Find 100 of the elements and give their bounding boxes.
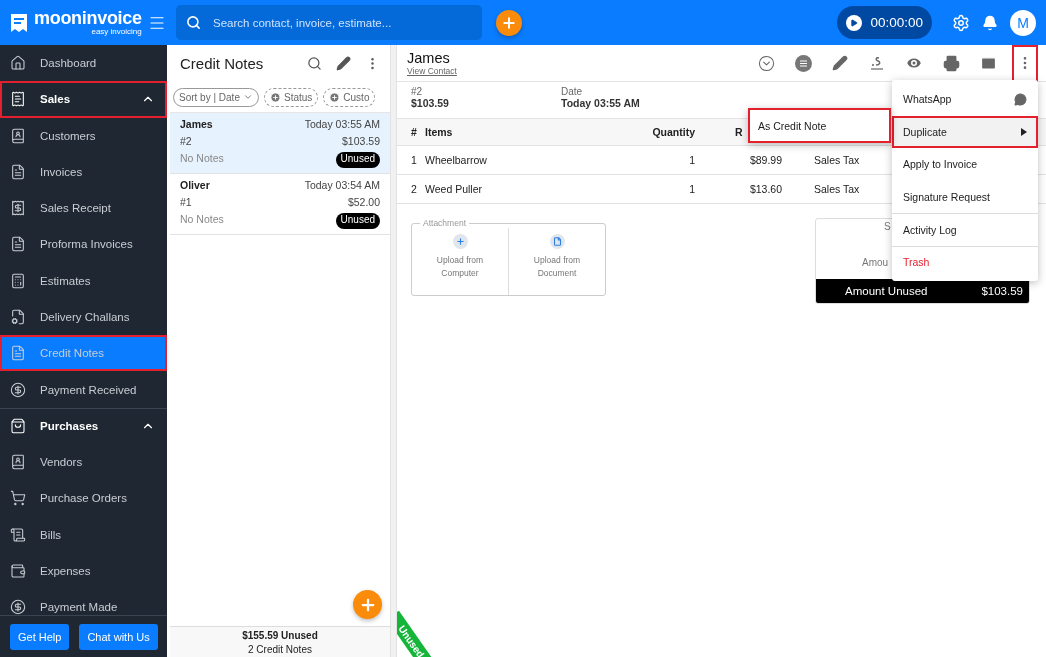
search-field[interactable]: Search contact, invoice, estimate... bbox=[176, 5, 482, 40]
nav-item[interactable]: Proforma Invoices bbox=[0, 226, 167, 263]
menu-item[interactable]: Activity Log bbox=[892, 213, 1038, 246]
attachment-legend: Attachment bbox=[420, 218, 469, 228]
logo-text: mooninvoice bbox=[34, 9, 142, 27]
document-gear-icon bbox=[10, 309, 26, 325]
add-button[interactable] bbox=[496, 9, 522, 36]
status-badge: Unused bbox=[335, 152, 380, 168]
play-icon bbox=[850, 18, 859, 27]
help-button[interactable]: Get Help bbox=[10, 623, 70, 650]
document-icon bbox=[10, 345, 26, 362]
date-value: Today 03:55 AM bbox=[561, 97, 640, 109]
note-amount: $52.00 bbox=[347, 196, 380, 210]
document-icon bbox=[10, 236, 26, 253]
note-amount: $103.59 bbox=[411, 97, 449, 109]
table-cell: Weed Puller bbox=[425, 183, 482, 195]
nav-item[interactable]: Delivery Challans bbox=[0, 298, 167, 336]
more-icon[interactable] bbox=[1014, 46, 1036, 80]
column-header: # bbox=[411, 126, 417, 138]
column-header: Items bbox=[425, 126, 453, 138]
timer-button[interactable]: 00:00:00 bbox=[837, 6, 932, 39]
nav-item[interactable]: Sales Receipt bbox=[0, 190, 167, 227]
search-input[interactable]: Search contact, invoice, estimate... bbox=[211, 15, 472, 30]
total-unused: $155.59 Unused bbox=[242, 629, 318, 641]
search-icon bbox=[186, 15, 201, 30]
note-notes: No Notes bbox=[180, 213, 225, 227]
table-cell: 2 bbox=[411, 183, 417, 195]
nav-group-header[interactable]: Sales bbox=[0, 81, 167, 118]
avatar[interactable]: M bbox=[1010, 9, 1036, 36]
menu-item[interactable]: Trash bbox=[892, 245, 1038, 278]
cart-icon bbox=[10, 490, 26, 507]
view-contact-link[interactable]: View Contact bbox=[407, 66, 457, 76]
customer-name: James bbox=[407, 50, 451, 66]
customer-name: James bbox=[180, 118, 214, 132]
document-icon bbox=[10, 163, 26, 180]
summary-label: S bbox=[884, 221, 891, 232]
panel-title: Credit Notes bbox=[180, 55, 265, 72]
add-button[interactable] bbox=[353, 590, 382, 619]
file-icon bbox=[552, 237, 562, 246]
note-count: 2 Credit Notes bbox=[248, 643, 312, 655]
note-notes: No Notes bbox=[180, 152, 225, 166]
plus-circle-icon bbox=[269, 91, 281, 103]
menu-item[interactable]: Duplicate bbox=[892, 115, 1038, 148]
logo-icon bbox=[8, 11, 30, 34]
nav-item[interactable]: Expenses bbox=[0, 552, 167, 589]
menu-item[interactable]: WhatsApp bbox=[892, 83, 1038, 116]
menu-item[interactable]: Signature Request bbox=[892, 180, 1038, 213]
house-icon bbox=[10, 55, 26, 72]
amount-unused-value: $103.59 bbox=[981, 285, 1023, 297]
contact-book-icon bbox=[10, 454, 26, 471]
table-cell: 1 bbox=[411, 154, 417, 166]
upload-button[interactable]: Upload from Document bbox=[508, 228, 605, 295]
nav-item[interactable]: Dashboard bbox=[0, 45, 167, 82]
list-document-icon bbox=[10, 526, 26, 543]
bell-icon[interactable] bbox=[982, 14, 998, 31]
note-number: #2 bbox=[180, 135, 193, 149]
calculator-icon bbox=[10, 272, 26, 289]
receipt-icon bbox=[10, 91, 26, 108]
chat-bubble-icon bbox=[1014, 92, 1027, 106]
search-icon[interactable] bbox=[307, 56, 322, 71]
nav-item[interactable]: Customers bbox=[0, 117, 167, 154]
filter-chip[interactable]: Custo bbox=[323, 87, 376, 107]
filter-chip[interactable]: Status bbox=[263, 87, 319, 107]
credit-note-row[interactable]: James Today 03:55 AM #2 $103.59 No Notes Unused bbox=[170, 113, 390, 174]
wallet-icon bbox=[10, 562, 26, 579]
nav-item[interactable]: Bills bbox=[0, 516, 167, 553]
nav-group-header[interactable]: Purchases bbox=[0, 407, 167, 444]
shopping-bag-icon bbox=[10, 418, 26, 435]
menu-item[interactable]: Apply to Invoice bbox=[892, 148, 1038, 181]
table-cell: $13.60 bbox=[749, 183, 782, 195]
plus-circle-icon bbox=[329, 91, 341, 103]
nav-item[interactable]: Payment Made bbox=[0, 589, 167, 615]
note-time: Today 03:54 AM bbox=[304, 179, 380, 193]
nav-item[interactable]: Purchase Orders bbox=[0, 480, 167, 517]
table-cell: $89.99 bbox=[749, 154, 782, 166]
menu-item[interactable]: As Credit Note bbox=[748, 108, 891, 143]
dollar-coin-icon bbox=[10, 381, 26, 398]
table-cell: Sales Tax bbox=[814, 183, 860, 195]
table-cell: 1 bbox=[689, 183, 695, 195]
pencil-icon[interactable] bbox=[336, 56, 351, 71]
settings-icon[interactable] bbox=[952, 13, 970, 32]
caret-right-icon bbox=[1021, 127, 1027, 136]
nav-item[interactable]: Estimates bbox=[0, 262, 167, 299]
table-cell: Wheelbarrow bbox=[425, 154, 487, 166]
receipt-icon bbox=[10, 200, 26, 217]
summary-label: Amou bbox=[862, 257, 889, 268]
nav-item[interactable]: Vendors bbox=[0, 443, 167, 481]
upload-button[interactable]: Upload from Computer bbox=[412, 228, 508, 295]
customer-name: Oliver bbox=[180, 179, 211, 193]
logo-tagline: easy invoicing bbox=[91, 28, 142, 36]
contact-book-icon bbox=[10, 127, 26, 144]
nav-item[interactable]: Invoices bbox=[0, 153, 167, 191]
column-header: Quantity bbox=[652, 126, 695, 138]
sort-chip[interactable]: Sort by | Date bbox=[173, 87, 259, 107]
chevron-down-icon bbox=[242, 92, 253, 102]
amount-unused-label: Amount Unused bbox=[845, 285, 928, 297]
nav-item[interactable]: Payment Received bbox=[0, 371, 167, 408]
column-header: R bbox=[735, 126, 743, 138]
note-number: #2 bbox=[411, 86, 423, 97]
chat-button[interactable]: Chat with Us bbox=[79, 623, 158, 650]
